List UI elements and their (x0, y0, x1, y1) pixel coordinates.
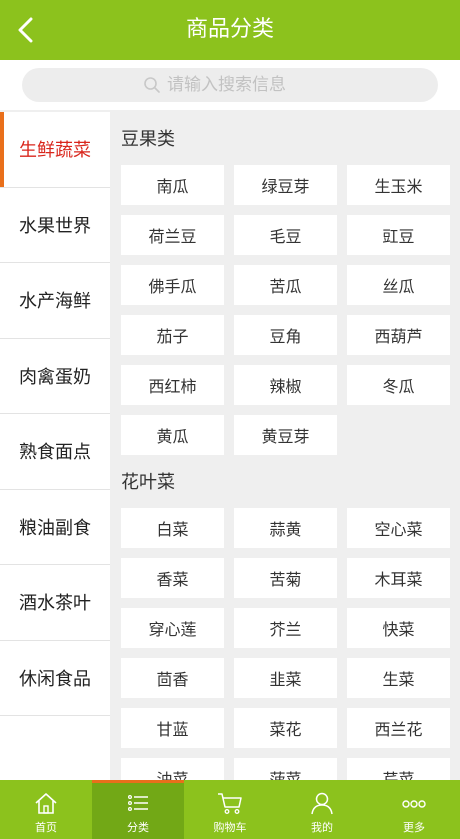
category-content: 豆果类 南瓜 绿豆芽 生玉米 荷兰豆 毛豆 豇豆 佛手瓜 苦瓜 丝瓜 茄子 豆角… (110, 112, 460, 780)
search-box[interactable] (22, 68, 438, 102)
sidebar-item-label: 水果世界 (19, 215, 91, 237)
sidebar-item-label: 酒水茶叶 (19, 593, 91, 615)
tab-label: 我的 (311, 821, 333, 834)
product-tag[interactable]: 芹菜 (347, 758, 450, 780)
product-tag[interactable]: 南瓜 (121, 165, 224, 205)
search-input[interactable] (167, 75, 317, 95)
product-tag[interactable]: 丝瓜 (347, 265, 450, 305)
product-tag[interactable]: 黄豆芽 (234, 415, 337, 455)
sidebar-item-label: 水产海鲜 (19, 291, 91, 313)
product-tag[interactable]: 毛豆 (234, 215, 337, 255)
sidebar-item-deli-pastry[interactable]: 熟食面点 (0, 414, 110, 490)
sidebar-item-label: 肉禽蛋奶 (19, 366, 91, 388)
product-tag[interactable]: 豆角 (234, 315, 337, 355)
product-tag[interactable]: 绿豆芽 (234, 165, 337, 205)
product-tag[interactable]: 芥兰 (234, 608, 337, 648)
product-grid: 南瓜 绿豆芽 生玉米 荷兰豆 毛豆 豇豆 佛手瓜 苦瓜 丝瓜 茄子 豆角 西葫芦… (110, 160, 460, 455)
page-title: 商品分类 (185, 17, 274, 42)
list-icon (124, 789, 152, 817)
home-icon (32, 789, 60, 817)
search-icon (143, 76, 161, 94)
search-bar (0, 60, 460, 110)
sidebar-item-grain-oil[interactable]: 粮油副食 (0, 490, 110, 565)
product-tag[interactable]: 木耳菜 (347, 558, 450, 598)
product-tag[interactable]: 香菜 (121, 558, 224, 598)
group-title: 豆果类 (121, 129, 175, 150)
sidebar-item-label: 休闲食品 (19, 668, 91, 690)
sidebar-item-label: 粮油副食 (19, 517, 91, 539)
product-tag[interactable]: 冬瓜 (347, 365, 450, 405)
sidebar-item-drinks-tea[interactable]: 酒水茶叶 (0, 565, 110, 641)
header-bar: 商品分类 (0, 0, 460, 60)
product-tag[interactable]: 豇豆 (347, 215, 450, 255)
product-tag[interactable]: 白菜 (121, 508, 224, 548)
product-tag[interactable]: 生玉米 (347, 165, 450, 205)
product-tag[interactable]: 菠菜 (234, 758, 337, 780)
tab-label: 购物车 (213, 821, 247, 834)
product-tag[interactable]: 韭菜 (234, 658, 337, 698)
more-icon (400, 789, 428, 817)
product-tag[interactable]: 甘蓝 (121, 708, 224, 748)
tab-label: 更多 (403, 821, 425, 834)
product-tag[interactable]: 西红柿 (121, 365, 224, 405)
tab-label: 分类 (127, 821, 149, 834)
group-title: 花叶菜 (121, 472, 175, 493)
sidebar-item-meat-eggs-dairy[interactable]: 肉禽蛋奶 (0, 339, 110, 414)
tab-more[interactable]: 更多 (368, 780, 460, 839)
sidebar-item-label: 生鲜蔬菜 (19, 140, 91, 162)
product-tag[interactable]: 苦瓜 (234, 265, 337, 305)
product-tag[interactable]: 菜花 (234, 708, 337, 748)
product-tag[interactable]: 油菜 (121, 758, 224, 780)
sidebar-item-snacks[interactable]: 休闲食品 (0, 641, 110, 716)
category-sidebar: 生鲜蔬菜 水果世界 水产海鲜 肉禽蛋奶 熟食面点 粮油副食 酒水茶叶 休闲食品 (0, 112, 110, 780)
product-tag[interactable]: 茴香 (121, 658, 224, 698)
tab-home[interactable]: 首页 (0, 780, 92, 839)
tab-category[interactable]: 分类 (92, 780, 184, 839)
product-tag[interactable]: 苦菊 (234, 558, 337, 598)
product-tag[interactable]: 西葫芦 (347, 315, 450, 355)
sidebar-item-fruit[interactable]: 水果世界 (0, 188, 110, 263)
product-tag[interactable]: 西兰花 (347, 708, 450, 748)
sidebar-item-fresh-vegetables[interactable]: 生鲜蔬菜 (0, 112, 110, 188)
product-tag[interactable]: 穿心莲 (121, 608, 224, 648)
product-tag[interactable]: 辣椒 (234, 365, 337, 405)
product-tag[interactable]: 快菜 (347, 608, 450, 648)
product-tag[interactable]: 荷兰豆 (121, 215, 224, 255)
product-grid: 白菜 蒜黄 空心菜 香菜 苦菊 木耳菜 穿心莲 芥兰 快菜 茴香 韭菜 生菜 甘… (110, 503, 460, 780)
sidebar-item-seafood[interactable]: 水产海鲜 (0, 263, 110, 339)
product-tag[interactable]: 空心菜 (347, 508, 450, 548)
product-tag[interactable]: 蒜黄 (234, 508, 337, 548)
tab-cart[interactable]: 购物车 (184, 780, 276, 839)
bottom-tabbar: 首页 分类 购物车 我的 更多 (0, 780, 460, 839)
product-tag[interactable]: 黄瓜 (121, 415, 224, 455)
product-tag[interactable]: 佛手瓜 (121, 265, 224, 305)
product-tag[interactable]: 生菜 (347, 658, 450, 698)
user-icon (308, 789, 336, 817)
product-tag[interactable]: 茄子 (121, 315, 224, 355)
tab-profile[interactable]: 我的 (276, 780, 368, 839)
tab-label: 首页 (35, 821, 57, 834)
cart-icon (216, 789, 244, 817)
sidebar-item-label: 熟食面点 (19, 442, 91, 464)
